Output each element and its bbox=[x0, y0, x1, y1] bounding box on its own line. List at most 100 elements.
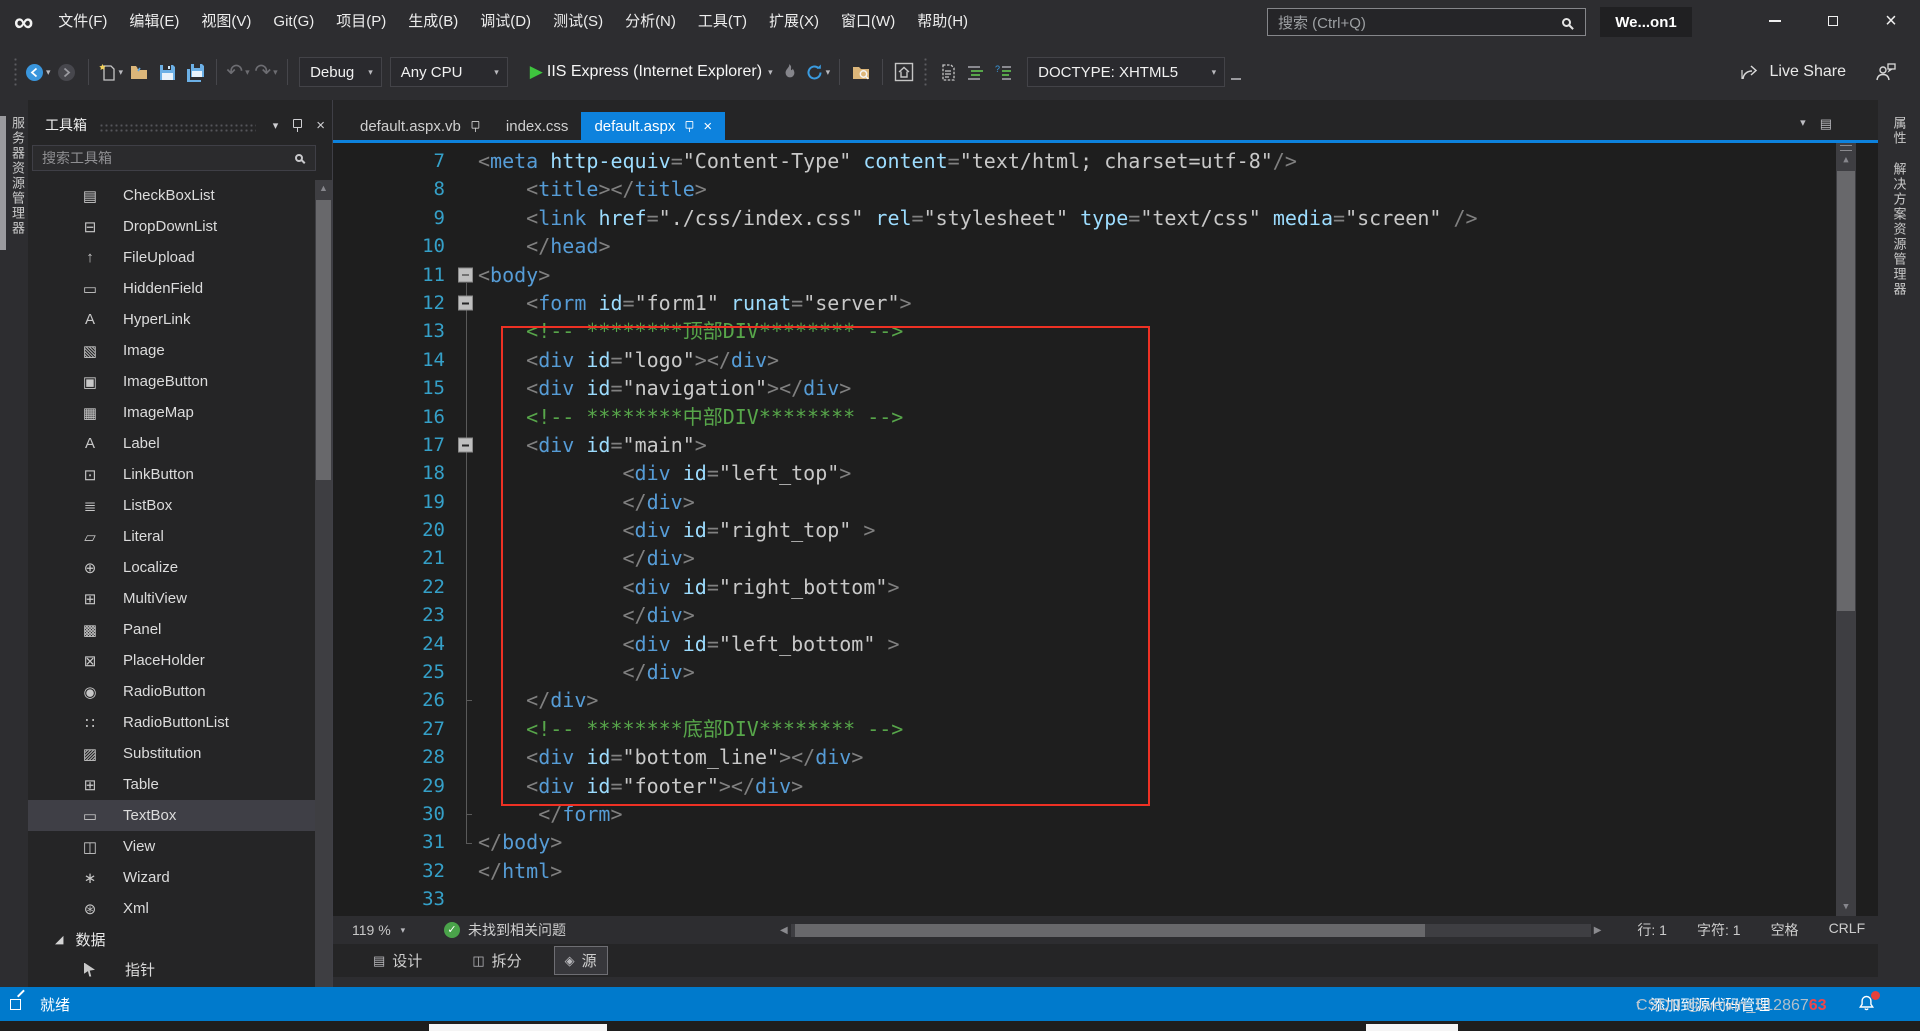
toolbox-item-table[interactable]: ⊞Table bbox=[28, 769, 316, 800]
tab-index.css[interactable]: index.css bbox=[493, 112, 582, 140]
undo-button[interactable]: ↶▾ bbox=[226, 57, 250, 87]
editor-scrollbar-thumb[interactable] bbox=[1837, 171, 1855, 611]
menu-item-12[interactable]: 帮助(H) bbox=[906, 0, 979, 44]
horizontal-scrollbar-thumb[interactable] bbox=[795, 924, 1425, 937]
toolbox-item-checkboxlist[interactable]: ▤CheckBoxList bbox=[28, 180, 316, 211]
close-icon[interactable]: × bbox=[703, 118, 712, 135]
tab-default.aspx.vb[interactable]: default.aspx.vb bbox=[347, 112, 493, 140]
tab-default.aspx[interactable]: default.aspx× bbox=[581, 112, 725, 140]
toolbox-item-localize[interactable]: ⊕Localize bbox=[28, 552, 316, 583]
pin-icon[interactable] bbox=[292, 119, 302, 132]
restore-button[interactable] bbox=[1804, 0, 1862, 42]
fold-collapse-icon[interactable] bbox=[458, 438, 473, 453]
pin-icon[interactable] bbox=[685, 120, 694, 131]
close-button[interactable]: × bbox=[1862, 0, 1920, 42]
redo-button[interactable]: ↷▾ bbox=[254, 57, 278, 87]
properties-tab[interactable]: 属性 bbox=[1890, 116, 1909, 146]
doctype-select[interactable]: DOCTYPE: XHTML5▾ bbox=[1027, 57, 1225, 87]
scroll-left-icon[interactable]: ◀ bbox=[780, 925, 788, 936]
menu-item-6[interactable]: 调试(D) bbox=[469, 0, 542, 44]
horizontal-scrollbar[interactable] bbox=[791, 924, 1591, 937]
minimize-button[interactable] bbox=[1746, 0, 1804, 42]
open-file-button[interactable] bbox=[127, 57, 151, 87]
refresh-button[interactable]: ▾ bbox=[805, 57, 831, 87]
toolbar-overflow-icon[interactable] bbox=[1231, 78, 1241, 80]
save-all-button[interactable] bbox=[183, 57, 207, 87]
menu-item-0[interactable]: 文件(F) bbox=[47, 0, 118, 44]
rail-splitter[interactable] bbox=[0, 116, 6, 250]
toolbox-item-listbox[interactable]: ≣ListBox bbox=[28, 490, 316, 521]
menu-item-10[interactable]: 扩展(X) bbox=[758, 0, 830, 44]
chevron-down-icon[interactable]: ▾ bbox=[273, 119, 279, 132]
format-selection-button[interactable]: ? bbox=[991, 57, 1015, 87]
toolbox-scrollbar[interactable]: ▲ bbox=[315, 180, 332, 987]
menu-item-11[interactable]: 窗口(W) bbox=[830, 0, 906, 44]
scroll-right-icon[interactable]: ▶ bbox=[1594, 925, 1602, 936]
menu-item-1[interactable]: 编辑(E) bbox=[118, 0, 190, 44]
toolbox-item-placeholder[interactable]: ⊠PlaceHolder bbox=[28, 645, 316, 676]
menu-item-9[interactable]: 工具(T) bbox=[687, 0, 758, 44]
document-outline-button[interactable] bbox=[935, 57, 959, 87]
view-tab-源[interactable]: ◈源 bbox=[554, 946, 608, 975]
toolbox-item-radiobutton[interactable]: ◉RadioButton bbox=[28, 676, 316, 707]
view-tab-设计[interactable]: ▤设计 bbox=[363, 947, 432, 974]
toolbox-item-view[interactable]: ◫View bbox=[28, 831, 316, 862]
pin-icon[interactable] bbox=[471, 120, 480, 131]
toolbox-item-imagebutton[interactable]: ▣ImageButton bbox=[28, 366, 316, 397]
menu-item-5[interactable]: 生成(B) bbox=[397, 0, 469, 44]
send-feedback-button[interactable] bbox=[1874, 57, 1898, 87]
toolbox-scrollbar-thumb[interactable] bbox=[316, 200, 331, 480]
start-debugging-button[interactable]: ▶ IIS Express (Internet Explorer) ▾ bbox=[522, 57, 773, 87]
toolbox-item-wizard[interactable]: ∗Wizard bbox=[28, 862, 316, 893]
toolbox-item-image[interactable]: ▧Image bbox=[28, 335, 316, 366]
splitter-handle[interactable] bbox=[1840, 145, 1852, 151]
solution-platform-select[interactable]: Any CPU▾ bbox=[390, 57, 508, 87]
toolbox-category-data[interactable]: ◢数据 bbox=[28, 924, 316, 954]
menu-item-3[interactable]: Git(G) bbox=[262, 0, 325, 44]
toolbox-item-literal[interactable]: ▱Literal bbox=[28, 521, 316, 552]
spaces-indicator[interactable]: 空格 bbox=[1771, 920, 1799, 940]
toolbox-item-xml[interactable]: ⊛Xml bbox=[28, 893, 316, 924]
toolbox-item-textbox[interactable]: ▭TextBox bbox=[28, 800, 316, 831]
notifications-button[interactable] bbox=[1857, 994, 1876, 1018]
close-icon[interactable]: × bbox=[316, 117, 325, 134]
menu-item-2[interactable]: 视图(V) bbox=[190, 0, 262, 44]
solution-explorer-tab[interactable]: 解决方案资源管理器 bbox=[1890, 162, 1909, 297]
server-explorer-tab[interactable]: 服务器资源管理器 bbox=[8, 116, 27, 236]
navigate-forward-button[interactable] bbox=[55, 57, 79, 87]
window-list-icon[interactable]: ▤ bbox=[1820, 116, 1832, 132]
toolbox-item-multiview[interactable]: ⊞MultiView bbox=[28, 583, 316, 614]
browse-with-button[interactable] bbox=[892, 57, 916, 87]
chevron-down-icon[interactable]: ▾ bbox=[1800, 116, 1806, 132]
toolbar-grip[interactable] bbox=[13, 57, 18, 87]
toolbox-item-hyperlink[interactable]: AHyperLink bbox=[28, 304, 316, 335]
toolbox-item-pointer[interactable]: 指针 bbox=[28, 954, 316, 985]
fold-collapse-icon[interactable] bbox=[458, 267, 473, 282]
toolbox-item-hiddenfield[interactable]: ▭HiddenField bbox=[28, 273, 316, 304]
toolbox-item-dropdownlist[interactable]: ⊟DropDownList bbox=[28, 211, 316, 242]
hot-reload-button[interactable] bbox=[777, 57, 801, 87]
toolbox-item-radiobuttonlist[interactable]: ∷RadioButtonList bbox=[28, 707, 316, 738]
new-file-button[interactable]: ▾ bbox=[98, 57, 124, 87]
toolbox-drag-dots[interactable] bbox=[99, 123, 256, 132]
editor-vertical-scrollbar[interactable]: ▲ ▼ bbox=[1836, 143, 1856, 916]
toolbar-grip[interactable] bbox=[923, 57, 928, 87]
menu-item-4[interactable]: 项目(P) bbox=[325, 0, 397, 44]
view-tab-拆分[interactable]: ◫拆分 bbox=[462, 947, 531, 974]
code-editor[interactable]: 7<meta http-equiv="Content-Type" content… bbox=[333, 143, 1878, 916]
scroll-up-icon[interactable]: ▲ bbox=[1836, 153, 1856, 167]
quick-search-box[interactable]: 搜索 (Ctrl+Q) bbox=[1267, 8, 1586, 36]
toolbox-item-panel[interactable]: ▩Panel bbox=[28, 614, 316, 645]
scroll-up-icon[interactable]: ▲ bbox=[315, 180, 332, 196]
eol-indicator[interactable]: CRLF bbox=[1829, 920, 1866, 940]
save-button[interactable] bbox=[155, 57, 179, 87]
find-in-files-button[interactable] bbox=[849, 57, 873, 87]
navigate-back-button[interactable]: ▾ bbox=[25, 57, 51, 87]
toolbox-item-substitution[interactable]: ▨Substitution bbox=[28, 738, 316, 769]
solution-configuration-select[interactable]: Debug▾ bbox=[299, 57, 382, 87]
scroll-down-icon[interactable]: ▼ bbox=[1836, 900, 1856, 914]
zoom-level-select[interactable]: 119 % ▾ bbox=[352, 922, 430, 938]
menu-item-8[interactable]: 分析(N) bbox=[614, 0, 687, 44]
solution-name-badge[interactable]: We...on1 bbox=[1600, 7, 1692, 37]
toolbox-item-label[interactable]: ALabel bbox=[28, 428, 316, 459]
